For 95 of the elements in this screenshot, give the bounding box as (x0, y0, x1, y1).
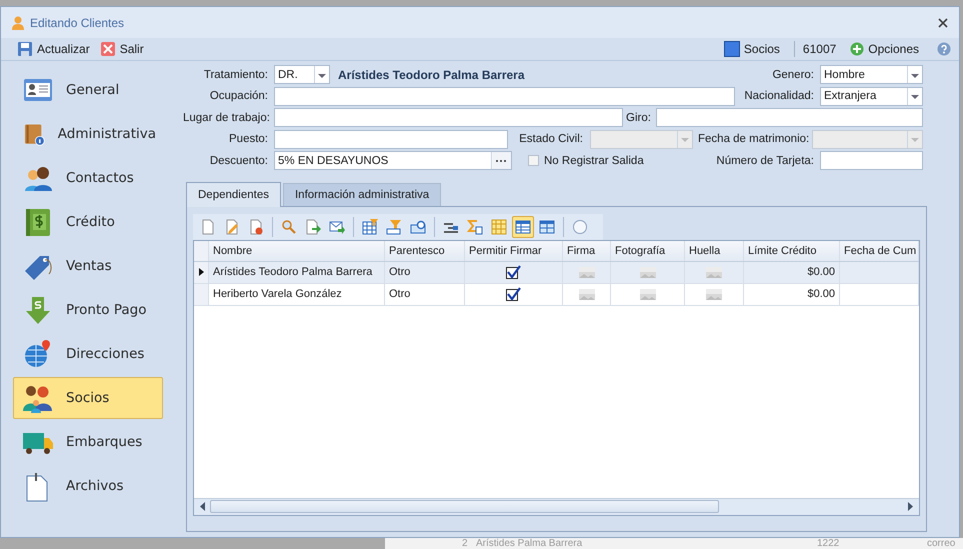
nav-item[interactable]: Embarques (13, 421, 163, 463)
field-label: Giro: (626, 112, 652, 124)
field-label: Puesto: (228, 133, 269, 146)
image-placeholder-icon (578, 288, 594, 300)
checkbox[interactable] (506, 287, 521, 301)
table-cell: Otro (385, 262, 465, 282)
field-label: Fecha de matrimonio: (698, 133, 809, 146)
nav-item[interactable]: Socios (13, 377, 163, 419)
table-row[interactable]: Heriberto Varela González Otro $0.00 (194, 284, 919, 306)
scroll-right-icon[interactable] (907, 501, 915, 512)
scrollbar-thumb[interactable] (210, 500, 719, 513)
background-text: Arístides Palma Barrera (476, 538, 584, 549)
close-icon[interactable] (937, 16, 949, 28)
layout-icon[interactable] (539, 218, 555, 234)
nav-item[interactable]: Administrativa (13, 113, 163, 155)
checkbox-label: No Registrar Salida (544, 154, 644, 167)
mail-icon[interactable] (329, 218, 345, 234)
update-button[interactable]: Actualizar (17, 41, 96, 57)
nav-item[interactable]: Ventas (13, 245, 163, 287)
column-header[interactable]: Fotografía (611, 240, 685, 260)
help-icon[interactable] (937, 42, 951, 56)
column-header[interactable]: Fecha de Cum (840, 240, 919, 260)
column-header[interactable]: Límite Crédito (744, 240, 840, 260)
table-icon[interactable] (515, 218, 531, 234)
nav-item[interactable]: Contactos (13, 157, 163, 199)
field-label: Ocupación: (208, 90, 269, 102)
column-header[interactable]: Nombre (209, 240, 385, 260)
row-header-cell (194, 240, 209, 260)
filter-icon[interactable] (386, 218, 402, 234)
table-filter-icon[interactable] (362, 218, 378, 234)
column-header[interactable]: Firma (563, 240, 611, 260)
circle-icon[interactable] (572, 218, 588, 234)
row-indicator (198, 268, 204, 276)
dropdown-field[interactable]: Extranjera (820, 86, 923, 106)
columns-icon[interactable] (491, 218, 507, 234)
field-label: Genero: (771, 68, 815, 81)
background-text: correo (927, 538, 956, 549)
field-label: Estado Civil: (518, 133, 584, 146)
table-cell: Otro (385, 284, 465, 304)
record-number: 61007 (802, 42, 836, 56)
tab[interactable]: Información administrativa (282, 182, 442, 206)
page-icon[interactable] (200, 218, 216, 234)
window-title: Editando Clientes (30, 16, 124, 30)
options-button[interactable]: Opciones (850, 42, 925, 56)
checkbox[interactable] (506, 265, 521, 279)
sum-icon[interactable] (467, 218, 483, 234)
row-header-cell (194, 284, 209, 304)
dropdown-field[interactable]: DR. (274, 65, 330, 84)
text-field[interactable] (274, 108, 623, 128)
background-text: 2 (462, 538, 469, 549)
dropdown-field[interactable]: Hombre (820, 65, 923, 84)
nav-item[interactable]: General (13, 69, 163, 111)
image-placeholder-icon (640, 288, 656, 300)
field-label: Número de Tarjeta: (715, 154, 815, 167)
user-icon (11, 15, 25, 30)
column-header[interactable]: Huella (685, 240, 744, 260)
table-cell: Heriberto Varela González (209, 284, 385, 304)
table-cell: Arístides Teodoro Palma Barrera (209, 262, 385, 282)
scroll-left-icon[interactable] (198, 501, 206, 512)
delete-icon[interactable] (248, 218, 264, 234)
pencil-icon[interactable] (224, 218, 240, 234)
save-icon (17, 41, 33, 57)
text-field[interactable] (656, 108, 923, 128)
column-header[interactable]: Parentesco (385, 240, 465, 260)
field-label: Lugar de trabajo: (183, 112, 271, 124)
image-placeholder-icon (578, 266, 594, 278)
field-label: Nacionalidad: (743, 90, 815, 102)
table-cell: $0.00 (744, 284, 840, 304)
field-label: Tratamiento: (202, 68, 269, 81)
nav-item[interactable]: Archivos (13, 465, 163, 507)
table-cell: $0.00 (744, 262, 840, 282)
client-name: Arístides Teodoro Palma Barrera (338, 68, 526, 82)
field-label: Descuento: (208, 154, 269, 167)
nav-item[interactable]: Direcciones (13, 333, 163, 375)
checkbox[interactable] (528, 155, 539, 166)
nav-item[interactable]: Crédito (13, 201, 163, 243)
section-button[interactable]: Socios (724, 41, 786, 57)
search-icon[interactable] (281, 218, 297, 234)
text-field[interactable] (274, 86, 735, 106)
exit-button[interactable]: Salir (100, 41, 150, 57)
export-icon[interactable] (305, 218, 321, 234)
table-row[interactable]: Arístides Teodoro Palma Barrera Otro $0.00 (194, 262, 919, 284)
nav-item[interactable]: Pronto Pago (13, 289, 163, 331)
square-icon (724, 41, 740, 57)
add-icon (850, 42, 864, 56)
image-placeholder-icon (706, 266, 722, 278)
image-placeholder-icon (706, 288, 722, 300)
image-placeholder-icon (640, 266, 656, 278)
background-text: 1222 (817, 538, 840, 549)
tab[interactable]: Dependientes (186, 182, 281, 206)
find-icon[interactable] (410, 218, 426, 234)
text-field[interactable] (274, 130, 508, 149)
text-field[interactable] (820, 151, 923, 170)
close-icon (100, 41, 116, 57)
column-header[interactable]: Permitir Firmar (465, 240, 563, 260)
